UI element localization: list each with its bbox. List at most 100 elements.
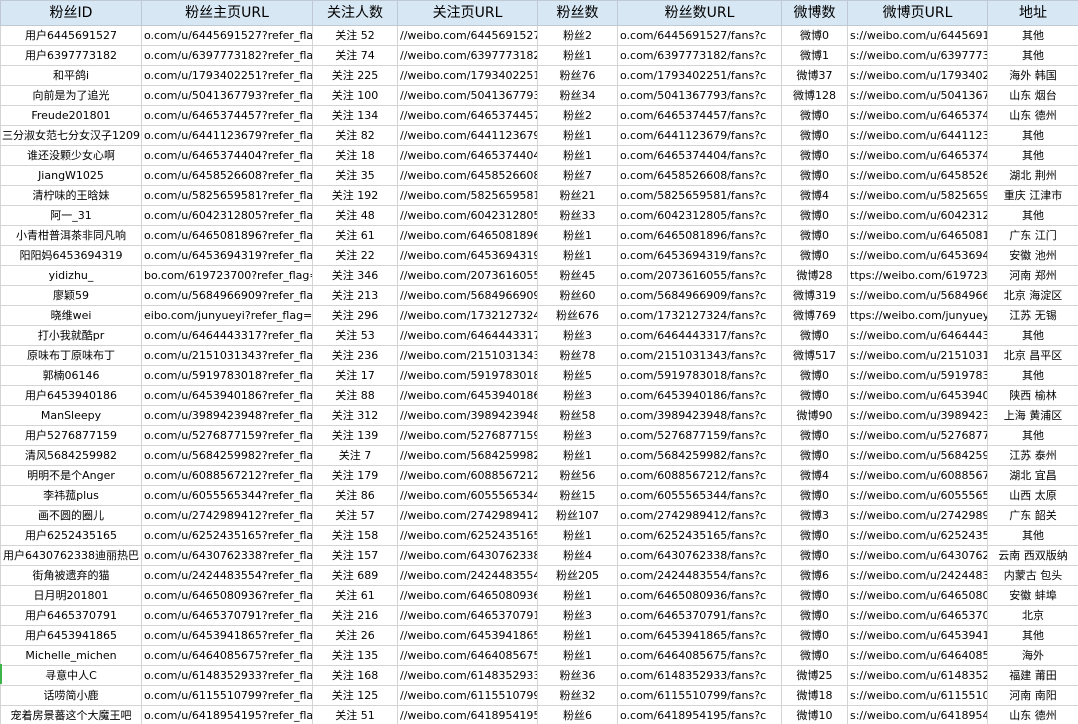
cell-address[interactable]: 湖北 荆州	[987, 165, 1078, 186]
cell-follow-url[interactable]: //weibo.com/2742989412/t	[397, 505, 538, 526]
cell-weibo-count[interactable]: 微博0	[781, 385, 848, 406]
cell-fans-count[interactable]: 粉丝32	[537, 685, 618, 706]
cell-follow-url[interactable]: //weibo.com/5825659581/t	[397, 185, 538, 206]
cell-follow-url[interactable]: //weibo.com/6397773182/t	[397, 45, 538, 66]
cell-weibo-url[interactable]: s://weibo.com/u/6418954	[847, 705, 988, 724]
cell-fan-url[interactable]: o.com/u/6088567212?refer_flag=	[141, 465, 313, 486]
column-header[interactable]: 关注页URL	[397, 0, 538, 26]
cell-follow-count[interactable]: 关注 213	[312, 285, 398, 306]
cell-fan-url[interactable]: o.com/u/6465374404?refer_flag=	[141, 145, 313, 166]
cell-follow-count[interactable]: 关注 236	[312, 345, 398, 366]
cell-fans-count[interactable]: 粉丝3	[537, 605, 618, 626]
cell-weibo-url[interactable]: s://weibo.com/u/6465374	[847, 145, 988, 166]
cell-follow-count[interactable]: 关注 61	[312, 225, 398, 246]
cell-fan-id[interactable]: 廖颖59	[0, 285, 142, 306]
cell-fan-id[interactable]: JiangW1025	[0, 165, 142, 186]
cell-weibo-count[interactable]: 微博0	[781, 545, 848, 566]
cell-fan-id[interactable]: 向前是为了追光	[0, 85, 142, 106]
cell-fan-id[interactable]: 清柠味的王晗妹	[0, 185, 142, 206]
cell-follow-url[interactable]: //weibo.com/6464085675/t	[397, 645, 538, 666]
cell-weibo-url[interactable]: s://weibo.com/u/6453694	[847, 245, 988, 266]
cell-weibo-count[interactable]: 微博0	[781, 625, 848, 646]
cell-follow-count[interactable]: 关注 57	[312, 505, 398, 526]
cell-address[interactable]: 广东 江门	[987, 225, 1078, 246]
cell-fan-url[interactable]: o.com/u/6055565344?refer_flag=	[141, 485, 313, 506]
cell-weibo-count[interactable]: 微博319	[781, 285, 848, 306]
cell-follow-count[interactable]: 关注 346	[312, 265, 398, 286]
cell-follow-count[interactable]: 关注 168	[312, 665, 398, 686]
cell-follow-url[interactable]: //weibo.com/6088567212/t	[397, 465, 538, 486]
cell-follow-url[interactable]: //weibo.com/2073616055/t	[397, 265, 538, 286]
cell-address[interactable]: 山东 烟台	[987, 85, 1078, 106]
cell-fans-url[interactable]: o.com/5825659581/fans?c	[617, 185, 782, 206]
column-header[interactable]: 关注人数	[312, 0, 398, 26]
cell-weibo-url[interactable]: s://weibo.com/u/6465080	[847, 585, 988, 606]
cell-fan-url[interactable]: o.com/u/6464085675?refer_flag=	[141, 645, 313, 666]
cell-fans-url[interactable]: o.com/6055565344/fans?c	[617, 485, 782, 506]
cell-fan-url[interactable]: o.com/u/6430762338?refer_flag=	[141, 545, 313, 566]
cell-follow-url[interactable]: //weibo.com/6445691527/t	[397, 25, 538, 46]
cell-fans-url[interactable]: o.com/6465370791/fans?c	[617, 605, 782, 626]
cell-fans-url[interactable]: o.com/5684966909/fans?c	[617, 285, 782, 306]
cell-follow-count[interactable]: 关注 312	[312, 405, 398, 426]
cell-fans-count[interactable]: 粉丝33	[537, 205, 618, 226]
cell-fan-url[interactable]: o.com/u/6042312805?refer_flag=	[141, 205, 313, 226]
cell-fan-url[interactable]: o.com/u/6148352933?refer_flag=	[141, 665, 313, 686]
cell-fan-url[interactable]: bo.com/619723700?refer_flag=1	[141, 265, 313, 286]
cell-fans-count[interactable]: 粉丝107	[537, 505, 618, 526]
cell-follow-count[interactable]: 关注 139	[312, 425, 398, 446]
cell-fan-id[interactable]: 谁还没颗少女心啊	[0, 145, 142, 166]
cell-fans-count[interactable]: 粉丝205	[537, 565, 618, 586]
cell-fan-id[interactable]: 用户6397773182	[0, 45, 142, 66]
cell-fans-url[interactable]: o.com/5919783018/fans?c	[617, 365, 782, 386]
cell-weibo-count[interactable]: 微博0	[781, 645, 848, 666]
cell-address[interactable]: 其他	[987, 25, 1078, 46]
cell-fan-url[interactable]: o.com/u/6464443317?refer_flag=	[141, 325, 313, 346]
cell-fans-count[interactable]: 粉丝3	[537, 385, 618, 406]
cell-address[interactable]: 云南 西双版纳	[987, 545, 1078, 566]
cell-fans-count[interactable]: 粉丝34	[537, 85, 618, 106]
cell-weibo-url[interactable]: s://weibo.com/u/6148352	[847, 665, 988, 686]
cell-weibo-count[interactable]: 微博0	[781, 205, 848, 226]
cell-fans-url[interactable]: o.com/6418954195/fans?c	[617, 705, 782, 724]
cell-fans-url[interactable]: o.com/6115510799/fans?c	[617, 685, 782, 706]
cell-weibo-url[interactable]: s://weibo.com/u/2424483	[847, 565, 988, 586]
cell-weibo-count[interactable]: 微博6	[781, 565, 848, 586]
cell-weibo-count[interactable]: 微博0	[781, 145, 848, 166]
cell-follow-url[interactable]: //weibo.com/6055565344/t	[397, 485, 538, 506]
cell-weibo-count[interactable]: 微博0	[781, 225, 848, 246]
cell-address[interactable]: 重庆 江津市	[987, 185, 1078, 206]
column-header[interactable]: 粉丝主页URL	[141, 0, 313, 26]
cell-follow-url[interactable]: //weibo.com/6465080936/t	[397, 585, 538, 606]
cell-address[interactable]: 其他	[987, 145, 1078, 166]
cell-follow-count[interactable]: 关注 22	[312, 245, 398, 266]
cell-fans-count[interactable]: 粉丝1	[537, 125, 618, 146]
cell-fans-url[interactable]: o.com/2151031343/fans?c	[617, 345, 782, 366]
cell-weibo-count[interactable]: 微博25	[781, 665, 848, 686]
column-header[interactable]: 微博页URL	[847, 0, 988, 26]
cell-fans-url[interactable]: o.com/6464085675/fans?c	[617, 645, 782, 666]
cell-fans-count[interactable]: 粉丝45	[537, 265, 618, 286]
cell-fan-url[interactable]: o.com/u/5825659581?refer_flag=	[141, 185, 313, 206]
cell-weibo-url[interactable]: s://weibo.com/u/6465081	[847, 225, 988, 246]
cell-weibo-count[interactable]: 微博0	[781, 125, 848, 146]
cell-weibo-url[interactable]: s://weibo.com/u/6445691	[847, 25, 988, 46]
cell-follow-url[interactable]: //weibo.com/6453940186/t	[397, 385, 538, 406]
cell-follow-url[interactable]: //weibo.com/6458526608/t	[397, 165, 538, 186]
cell-address[interactable]: 其他	[987, 45, 1078, 66]
cell-fans-count[interactable]: 粉丝3	[537, 325, 618, 346]
cell-fans-url[interactable]: o.com/2073616055/fans?c	[617, 265, 782, 286]
cell-fan-url[interactable]: o.com/u/2742989412?refer_flag=	[141, 505, 313, 526]
cell-fans-url[interactable]: o.com/5684259982/fans?c	[617, 445, 782, 466]
cell-follow-url[interactable]: //weibo.com/6464443317/t	[397, 325, 538, 346]
cell-weibo-url[interactable]: s://weibo.com/u/5684259	[847, 445, 988, 466]
cell-fan-id[interactable]: 话唠简小鹿	[0, 685, 142, 706]
cell-fan-id[interactable]: 打小我就酷pr	[0, 325, 142, 346]
cell-follow-url[interactable]: //weibo.com/6252435165/t	[397, 525, 538, 546]
cell-weibo-url[interactable]: s://weibo.com/u/6464085	[847, 645, 988, 666]
cell-fans-count[interactable]: 粉丝1	[537, 445, 618, 466]
cell-weibo-url[interactable]: s://weibo.com/u/6453940	[847, 385, 988, 406]
cell-follow-count[interactable]: 关注 216	[312, 605, 398, 626]
cell-fans-url[interactable]: o.com/6465374457/fans?c	[617, 105, 782, 126]
cell-fan-id[interactable]: 日月明201801	[0, 585, 142, 606]
